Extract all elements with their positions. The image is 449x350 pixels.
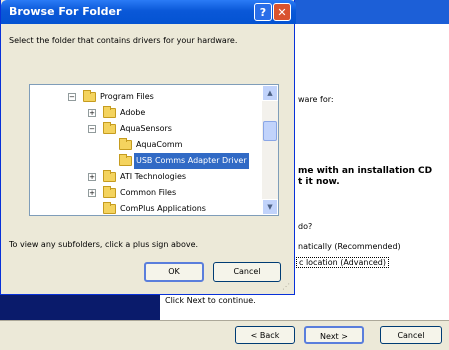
- wizard-next-button[interactable]: Next >: [304, 326, 364, 344]
- tree-item-label: Common Files: [120, 188, 177, 197]
- tree-item-ati-technologies[interactable]: + ATI Technologies: [30, 169, 260, 185]
- tree-item-program-files[interactable]: − Program Files: [30, 89, 260, 105]
- tree-item-label: Program Files: [100, 92, 154, 101]
- scroll-thumb[interactable]: [263, 121, 277, 141]
- wizard-question-text: do?: [298, 222, 313, 231]
- dialog-title: Browse For Folder: [9, 5, 122, 18]
- folder-tree[interactable]: − Program Files + Adobe − AquaSensors Aq…: [29, 84, 279, 216]
- resize-grip-icon[interactable]: ⋰: [282, 282, 292, 292]
- tree-item-label: Adobe: [120, 108, 146, 117]
- tree-item-label: AquaComm: [136, 140, 183, 149]
- wizard-divider: [0, 320, 449, 321]
- tree-item-label: ComPlus Applications: [120, 204, 206, 213]
- expand-icon[interactable]: +: [88, 109, 96, 117]
- wizard-cancel-button[interactable]: Cancel: [380, 326, 442, 344]
- expand-icon[interactable]: +: [88, 173, 96, 181]
- browse-for-folder-dialog: Browse For Folder ? ✕ Select the folder …: [0, 0, 296, 295]
- wizard-option-specific-label: c location (Advanced): [296, 257, 389, 268]
- folder-open-icon: [103, 122, 116, 134]
- dialog-instruction: Select the folder that contains drivers …: [9, 36, 238, 45]
- tree-scrollbar[interactable]: ▲ ▼: [262, 85, 278, 215]
- collapse-icon[interactable]: −: [68, 93, 76, 101]
- folder-icon: [103, 106, 116, 118]
- scroll-down-button[interactable]: ▼: [262, 199, 278, 215]
- tree-item-label: USB Comms Adapter Driver: [134, 153, 249, 169]
- collapse-icon[interactable]: −: [88, 125, 96, 133]
- wizard-option-specific[interactable]: c location (Advanced): [296, 257, 389, 268]
- tree-item-common-files[interactable]: + Common Files: [30, 185, 260, 201]
- tree-item-complus-applications[interactable]: ComPlus Applications: [30, 201, 260, 215]
- help-icon: ?: [259, 6, 267, 19]
- close-button[interactable]: ✕: [273, 3, 291, 21]
- expand-icon[interactable]: +: [88, 189, 96, 197]
- wizard-cd-text-1: me with an installation CD: [298, 166, 433, 176]
- wizard-cd-text-2: t it now.: [298, 177, 340, 187]
- tree-item-label: ATI Technologies: [120, 172, 187, 181]
- chevron-down-icon: ▼: [267, 203, 273, 211]
- chevron-up-icon: ▲: [267, 89, 273, 97]
- scroll-up-button[interactable]: ▲: [262, 85, 278, 101]
- folder-icon: [103, 170, 116, 182]
- folder-open-icon: [83, 90, 96, 102]
- dialog-hint: To view any subfolders, click a plus sig…: [9, 240, 199, 249]
- tree-item-usb-comms-adapter-driver[interactable]: USB Comms Adapter Driver: [30, 153, 260, 169]
- wizard-option-auto[interactable]: natically (Recommended): [298, 242, 401, 251]
- folder-icon: [119, 138, 132, 150]
- wizard-hardware-text: ware for:: [298, 95, 334, 104]
- dialog-title-bar[interactable]: Browse For Folder ? ✕: [1, 0, 296, 24]
- tree-item-aquasensors[interactable]: − AquaSensors: [30, 121, 260, 137]
- wizard-back-button[interactable]: < Back: [235, 326, 295, 344]
- wizard-continue-text: Click Next to continue.: [165, 296, 256, 305]
- tree-item-aquacomm[interactable]: AquaComm: [30, 137, 260, 153]
- folder-icon: [103, 202, 116, 214]
- tree-item-label: AquaSensors: [120, 124, 172, 133]
- folder-open-icon: [119, 154, 132, 166]
- ok-button[interactable]: OK: [144, 262, 204, 282]
- close-icon: ✕: [277, 6, 287, 19]
- help-button[interactable]: ?: [254, 3, 272, 21]
- folder-icon: [103, 186, 116, 198]
- dialog-cancel-button[interactable]: Cancel: [213, 262, 281, 282]
- tree-item-adobe[interactable]: + Adobe: [30, 105, 260, 121]
